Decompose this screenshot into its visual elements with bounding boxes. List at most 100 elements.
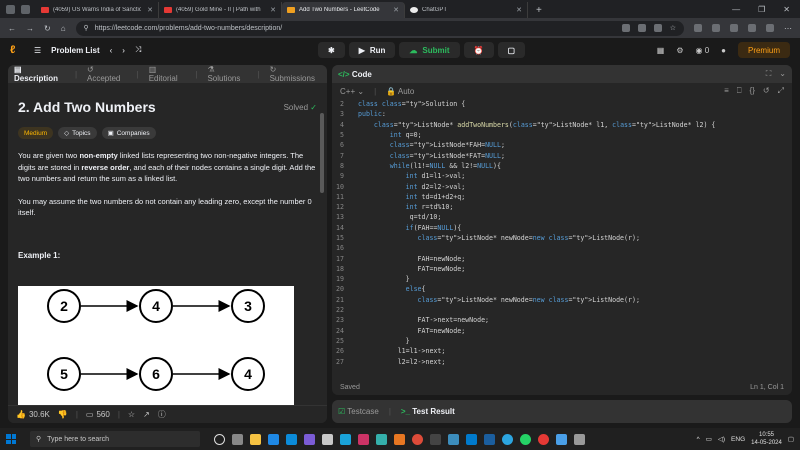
tab-solutions[interactable]: ⚗ Solutions [207,65,247,83]
chrome-icon[interactable] [412,433,423,445]
read-aloud-icon[interactable] [653,24,662,32]
code-line[interactable]: 26 l1=l1->next; [332,346,792,356]
language-select[interactable]: C++ ⌄ [340,87,364,96]
code-line[interactable]: 3 public: [332,109,792,119]
tab-search-icon[interactable] [21,4,30,14]
favorites-icon[interactable] [712,24,720,32]
minimize-icon[interactable]: — [732,5,740,14]
user-icon[interactable] [766,24,774,32]
help-icon[interactable]: ⓘ [158,409,166,420]
code-line[interactable]: 23 FAT->next=newNode; [332,315,792,325]
network-icon[interactable]: ▭ [706,435,712,443]
dislike-button[interactable]: 👎 [58,410,68,419]
tab-code[interactable]: </> Code [338,70,372,79]
browser-tab[interactable]: Add Two Numbers - LeetCode ✕ [282,2,405,18]
browser-tab[interactable]: (4059) Gold Mine - II | Path with ✕ [159,2,282,18]
code-line[interactable]: 7 class="ty">ListNode*FAT=NULL; [332,150,792,160]
profile-icon[interactable] [6,4,15,14]
tab-editorial[interactable]: ▥ Editorial [149,65,186,83]
dreamweaver-icon[interactable] [376,433,387,445]
collapse-panel-icon[interactable]: ⌄ [779,69,786,79]
skype-icon[interactable] [556,433,567,445]
code-line[interactable]: 12 int r=td%10; [332,202,792,212]
browser-tab[interactable]: (4059) US Warns India of Sanctio ✕ [36,2,159,18]
premium-button[interactable]: Premium [737,42,790,58]
reset-icon[interactable]: ↺ [763,86,770,96]
language-indicator[interactable]: ENG [731,436,745,443]
fullscreen-icon[interactable]: ⤢ [778,86,784,96]
collections-icon[interactable] [730,24,738,32]
more-icon[interactable]: ⋯ [784,24,792,33]
cortana-icon[interactable] [214,433,225,445]
split-screen-icon[interactable] [694,24,702,32]
settings-icon[interactable]: ⚙ [676,46,683,55]
heart-icon[interactable] [748,24,756,32]
notes-button[interactable]: ▢ [497,42,526,58]
code-line[interactable]: 18 FAT=newNode; [332,264,792,274]
store-icon[interactable] [286,433,297,445]
mail-icon[interactable] [268,433,279,445]
chevron-up-icon[interactable]: ^ [697,436,700,443]
maximize-icon[interactable]: ❐ [758,5,765,14]
like-button[interactable]: 👍 30.6K [16,410,50,419]
new-tab-button[interactable]: + [536,2,542,18]
app-icon[interactable] [322,433,333,445]
code-line[interactable]: 15 class="ty">ListNode* newNode=new clas… [332,233,792,243]
reload-icon[interactable]: ↻ [44,24,51,33]
code-line[interactable]: 13 q=td/10; [332,212,792,222]
autocomplete-toggle[interactable]: 🔒 Auto [386,87,414,96]
chevron-right-icon[interactable]: › [122,46,125,55]
browser-tab[interactable]: ChatGPT ✕ [405,2,528,18]
description-scrollbar[interactable] [320,113,324,193]
close-tab-icon[interactable]: ✕ [147,6,153,14]
key-icon[interactable] [621,24,630,32]
code-line[interactable]: 9 int d1=l1->val; [332,171,792,181]
tab-test-result[interactable]: >_ Test Result [401,407,455,416]
tab-description[interactable]: ▤ Description [14,65,65,83]
favorite-star-icon[interactable]: ☆ [128,410,135,419]
leetcode-logo-icon[interactable]: ℓ [10,44,22,56]
home-icon[interactable]: ⌂ [61,24,66,33]
code-line[interactable]: 4 class="ty">ListNode* addTwoNumbers(cla… [332,120,792,130]
format-icon[interactable]: ≡ [724,86,729,96]
code-line[interactable]: 5 int q=0; [332,130,792,140]
edge-icon[interactable] [340,433,351,445]
close-window-icon[interactable]: ✕ [783,5,790,14]
visual-studio-icon[interactable] [304,433,315,445]
code-editor[interactable]: 2 class class="ty">Solution {3 public: 4 cl… [332,99,792,375]
code-line[interactable]: 16 [332,243,792,253]
terminal-app-icon[interactable] [484,433,495,445]
blender-icon[interactable] [394,433,405,445]
telegram-icon[interactable] [502,433,513,445]
code-line[interactable]: 21 class="ty">ListNode* newNode=new clas… [332,295,792,305]
settings-app-icon[interactable] [574,433,585,445]
notification-icon[interactable]: ▢ [788,435,794,443]
opera-icon[interactable] [538,433,549,445]
vscode-icon[interactable] [466,433,477,445]
back-icon[interactable]: ← [8,24,16,33]
volume-icon[interactable]: ◁) [718,435,725,443]
clock[interactable]: 10:55 14-05-2024 [751,431,782,447]
maximize-panel-icon[interactable]: ⛶ [766,69,772,79]
code-line[interactable]: 6 class="ty">ListNode*FAH=NULL; [332,140,792,150]
code-line[interactable]: 24 FAT=newNode; [332,326,792,336]
share-icon[interactable]: ↗ [143,410,150,419]
tab-accepted[interactable]: ↺ Accepted [87,65,127,83]
bookmark-icon[interactable]: ⎕ [737,86,742,96]
companies-chip[interactable]: ▣ Companies [101,127,156,139]
star-icon[interactable]: ☆ [670,24,676,32]
chevron-left-icon[interactable]: ‹ [110,46,113,55]
close-tab-icon[interactable]: ✕ [270,6,276,14]
code-line[interactable]: 11 int td=d1+d2+q; [332,192,792,202]
site-info-icon[interactable]: ⚲ [84,24,89,32]
illustrator-icon[interactable] [358,433,369,445]
code-line[interactable]: 10 int d2=l2->val; [332,181,792,191]
tab-submissions[interactable]: ↻ Submissions [270,65,321,83]
code-line[interactable]: 17 FAH=newNode; [332,253,792,263]
code-line[interactable]: 27 l2=l2->next; [332,356,792,366]
whatsapp-icon[interactable] [520,433,531,445]
topics-chip[interactable]: ◇ Topics [58,127,97,139]
avatar[interactable]: ● [721,46,726,55]
code-line[interactable]: 19 } [332,274,792,284]
file-explorer-icon[interactable] [250,433,261,445]
